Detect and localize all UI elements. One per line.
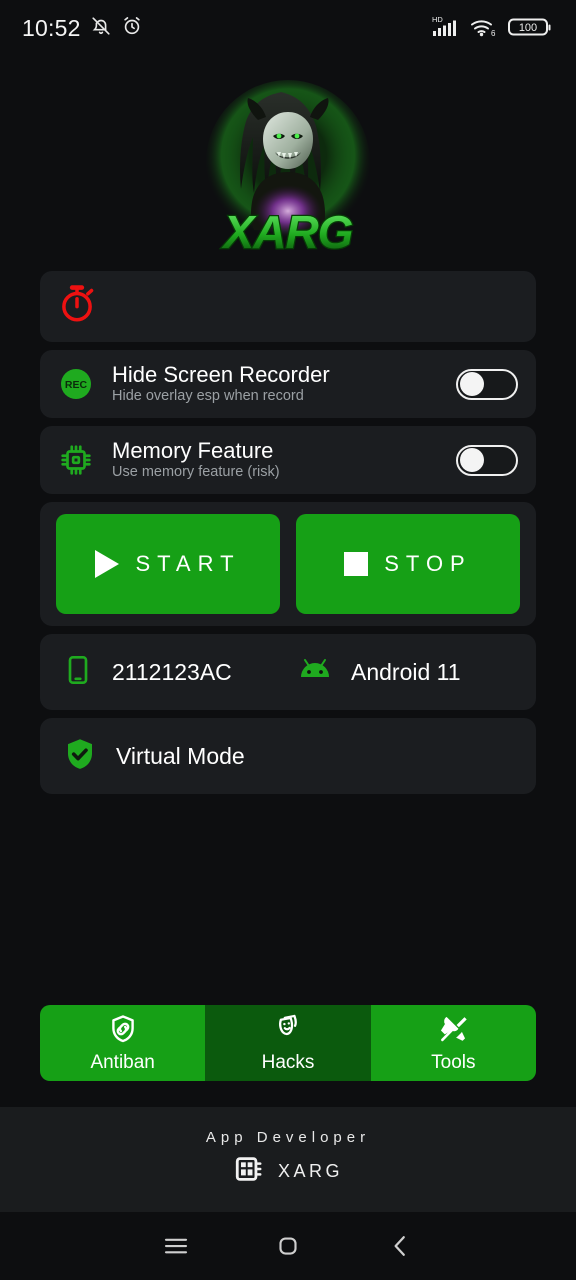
smartphone-icon [62, 654, 94, 691]
device-model: 2112123AC [112, 658, 232, 685]
device-model-cell: 2112123AC [62, 654, 297, 691]
home-square-icon[interactable] [266, 1224, 310, 1268]
back-chevron-icon[interactable] [378, 1224, 422, 1268]
stop-square-icon [344, 552, 369, 576]
stop-button-label: STOP [384, 551, 472, 576]
bottom-tab-bar: Antiban Hacks Tools [40, 1005, 536, 1081]
status-time: 10:52 [22, 14, 81, 41]
tab-antiban[interactable]: Antiban [40, 1005, 206, 1081]
device-os: Android 11 [351, 658, 461, 685]
start-button-label: START [135, 551, 241, 576]
memory-chip-icon [56, 440, 96, 480]
virtual-mode-label: Virtual Mode [116, 742, 245, 769]
shield-link-icon [107, 1013, 139, 1050]
device-os-cell: Android 11 [297, 657, 461, 688]
toggle-knob [460, 372, 484, 396]
main-content: REC Hide Screen Recorder Hide overlay es… [0, 271, 576, 794]
tab-hacks[interactable]: Hacks [205, 1005, 371, 1081]
row-title: Memory Feature [112, 437, 274, 463]
footer-developer-name: XARG [277, 1161, 343, 1181]
battery-level-label: 100 [519, 22, 537, 34]
row-subtitle: Hide overlay esp when record [112, 388, 304, 405]
status-bar: 10:52 HD 6 100 [0, 0, 576, 56]
footer-title: App Developer [205, 1129, 371, 1146]
tab-tools-label: Tools [431, 1051, 476, 1073]
tab-antiban-label: Antiban [90, 1051, 155, 1073]
alarm-icon [121, 15, 143, 42]
tools-icon [437, 1013, 469, 1050]
row-subtitle: Use memory feature (risk) [112, 464, 280, 481]
stop-button[interactable]: STOP [296, 514, 520, 614]
battery-icon: 100 [508, 14, 554, 43]
chip-card-icon [233, 1153, 265, 1190]
timer-card[interactable] [40, 271, 536, 342]
footer-developer-row: XARG [233, 1153, 343, 1190]
stopwatch-icon [56, 283, 98, 330]
tab-hacks-label: Hacks [261, 1051, 315, 1073]
menu-icon[interactable] [154, 1224, 198, 1268]
mute-icon [90, 15, 112, 42]
masks-icon [272, 1013, 304, 1050]
virtual-mode-card[interactable]: Virtual Mode [40, 718, 536, 794]
logo-wordmark: XARG [219, 204, 355, 259]
device-info-card: 2112123AC Android 11 [40, 634, 536, 710]
row-title: Hide Screen Recorder [112, 361, 330, 387]
toggle-memory-feature[interactable] [456, 444, 518, 476]
hd-label: HD [432, 15, 443, 24]
action-buttons-card: START STOP [40, 502, 536, 626]
system-navigation-bar [0, 1212, 576, 1280]
start-button[interactable]: START [56, 514, 280, 614]
wifi-icon: 6 [469, 14, 499, 43]
shield-check-icon [62, 736, 98, 777]
status-bar-left: 10:52 [22, 15, 143, 42]
footer: App Developer XARG [0, 1107, 576, 1212]
svg-text:XARG: XARG [221, 206, 353, 258]
rec-icon: REC [56, 364, 96, 404]
svg-text:REC: REC [65, 379, 88, 391]
row-hide-screen-recorder-texts: Hide Screen Recorder Hide overlay esp wh… [112, 361, 440, 406]
toggle-hide-screen-recorder[interactable] [456, 368, 518, 400]
app-logo-area: XARG [0, 56, 576, 271]
row-memory-feature[interactable]: Memory Feature Use memory feature (risk) [40, 426, 536, 494]
signal-hd-icon: HD [432, 14, 460, 43]
toggle-knob [460, 448, 484, 472]
android-robot-icon [297, 657, 333, 688]
app-screen: 10:52 HD 6 100 XARG REC Hide Screen Reco… [0, 0, 576, 1280]
xarg-mascot-logo: XARG [195, 76, 381, 262]
status-bar-right: HD 6 100 [432, 14, 554, 43]
play-icon [95, 550, 120, 578]
tab-tools[interactable]: Tools [370, 1005, 536, 1081]
wifi-gen-label: 6 [491, 29, 496, 38]
row-hide-screen-recorder[interactable]: REC Hide Screen Recorder Hide overlay es… [40, 350, 536, 418]
row-memory-feature-texts: Memory Feature Use memory feature (risk) [112, 437, 440, 482]
